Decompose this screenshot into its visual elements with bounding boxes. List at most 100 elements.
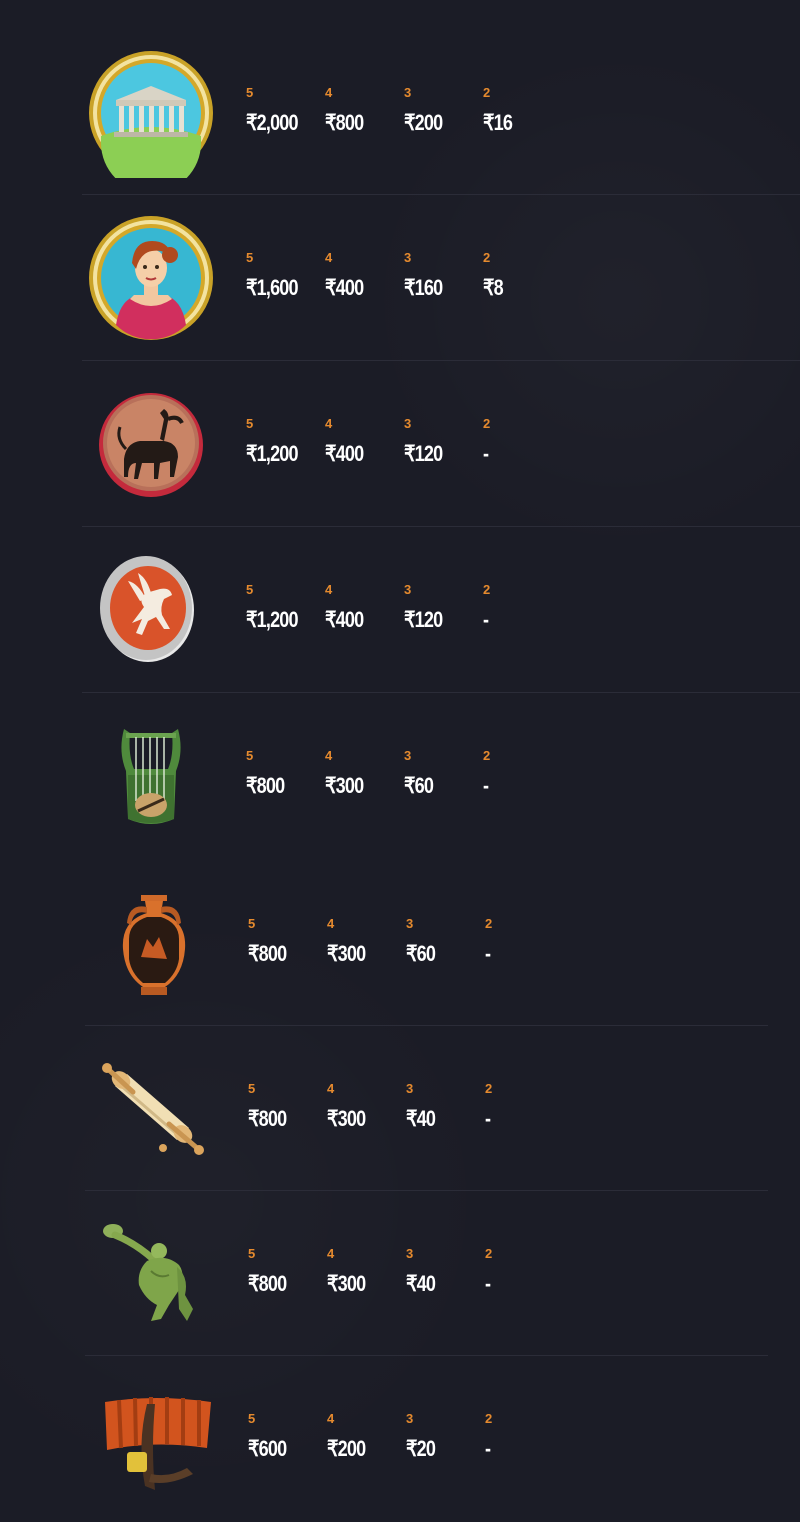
discus-thrower-icon: [89, 1209, 219, 1339]
payout-cell: 3 ₹20: [406, 1412, 486, 1461]
payout-cell: 5 ₹1,200: [246, 583, 326, 632]
match-count: 4: [325, 416, 333, 431]
payout-cell: 2 -: [485, 1082, 565, 1131]
payout-amount: ₹1,200: [246, 607, 299, 632]
payout-cell: 3 ₹160: [404, 251, 484, 300]
match-count: 5: [248, 1246, 256, 1261]
payout-cell: 4 ₹400: [325, 583, 405, 632]
match-count: 5: [248, 1081, 256, 1096]
payout-cell: 4 ₹300: [325, 749, 405, 798]
payout-cell: 5 ₹800: [246, 749, 326, 798]
match-count: 2: [485, 1081, 493, 1096]
match-count: 2: [485, 916, 493, 931]
woman-portrait-icon: [86, 213, 216, 343]
match-count: 4: [327, 1246, 335, 1261]
payout-cell: 4 ₹400: [325, 417, 405, 466]
match-count: 5: [246, 250, 254, 265]
payout-cell: 4 ₹300: [327, 1247, 407, 1296]
payout-amount: ₹200: [404, 110, 443, 135]
payout-cell: 2 -: [483, 583, 563, 632]
payout-amount: -: [483, 607, 489, 632]
match-count: 4: [325, 748, 333, 763]
payout-amount: ₹300: [325, 773, 364, 798]
match-count: 3: [406, 916, 414, 931]
payout-amount: ₹8: [483, 275, 504, 300]
match-count: 5: [248, 1411, 256, 1426]
payout-amount: ₹160: [404, 275, 443, 300]
match-count: 4: [325, 85, 333, 100]
match-count: 3: [404, 748, 412, 763]
payout-amount: ₹40: [406, 1106, 436, 1131]
payout-amount: ₹120: [404, 441, 443, 466]
match-count: 5: [246, 748, 254, 763]
payout-cell: 4 ₹300: [327, 917, 407, 966]
centaur-plate-icon: [86, 379, 216, 509]
payout-amount: ₹1,200: [246, 441, 299, 466]
match-count: 3: [406, 1246, 414, 1261]
payout-amount: ₹1,600: [246, 275, 299, 300]
payout-amount: ₹800: [248, 941, 287, 966]
payout-cell: 5 ₹800: [248, 917, 328, 966]
payout-amount: ₹800: [248, 1106, 287, 1131]
payout-amount: -: [485, 1436, 491, 1461]
payout-cell: 3 ₹60: [406, 917, 486, 966]
pegasus-shield-icon: [86, 545, 216, 675]
payout-cell: 3 ₹40: [406, 1082, 486, 1131]
match-count: 3: [404, 85, 412, 100]
payout-amount: -: [485, 941, 491, 966]
payout-amount: ₹60: [404, 773, 434, 798]
payout-cell: 5 ₹800: [248, 1247, 328, 1296]
payout-cell: 5 ₹600: [248, 1412, 328, 1461]
payout-amount: ₹300: [327, 1271, 366, 1296]
payout-cell: 3 ₹120: [404, 417, 484, 466]
payout-cell: 4 ₹800: [325, 86, 405, 135]
payout-cell: 3 ₹40: [406, 1247, 486, 1296]
paytable-row: 5 ₹600 4 ₹200 3 ₹20 2 -: [85, 1356, 768, 1516]
payout-cell: 2 ₹16: [483, 86, 563, 135]
paytable: 5 ₹2,000 4 ₹800 3 ₹200 2 ₹16 5 ₹1,600 4 …: [0, 30, 800, 1516]
payout-amount: -: [485, 1271, 491, 1296]
payout-cell: 4 ₹400: [325, 251, 405, 300]
payout-cell: 2 -: [483, 749, 563, 798]
payout-amount: ₹800: [248, 1271, 287, 1296]
lyre-icon: [86, 711, 216, 841]
payout-cell: 2 -: [485, 917, 565, 966]
payout-cell: 5 ₹2,000: [246, 86, 326, 135]
match-count: 3: [404, 250, 412, 265]
match-count: 2: [483, 416, 491, 431]
paytable-row: 5 ₹2,000 4 ₹800 3 ₹200 2 ₹16: [82, 30, 800, 195]
payout-amount: ₹300: [327, 1106, 366, 1131]
payout-amount: ₹400: [325, 441, 364, 466]
payout-amount: -: [483, 773, 489, 798]
paytable-row: 5 ₹800 4 ₹300 3 ₹40 2 -: [85, 1026, 768, 1191]
paytable-row: 5 ₹1,200 4 ₹400 3 ₹120 2 -: [82, 361, 800, 527]
payout-cell: 5 ₹800: [248, 1082, 328, 1131]
payout-amount: ₹200: [327, 1436, 366, 1461]
scroll-icon: [89, 1044, 219, 1174]
paytable-row: 5 ₹1,200 4 ₹400 3 ₹120 2 -: [82, 527, 800, 693]
payout-cell: 3 ₹200: [404, 86, 484, 135]
payout-amount: ₹400: [325, 275, 364, 300]
match-count: 4: [327, 1411, 335, 1426]
payout-cell: 5 ₹1,200: [246, 417, 326, 466]
payout-amount: ₹2,000: [246, 110, 299, 135]
payout-amount: ₹300: [327, 941, 366, 966]
match-count: 4: [325, 250, 333, 265]
paytable-row: 5 ₹800 4 ₹300 3 ₹60 2 -: [82, 693, 800, 861]
match-count: 5: [246, 85, 254, 100]
match-count: 3: [406, 1081, 414, 1096]
payout-cell: 3 ₹60: [404, 749, 484, 798]
match-count: 3: [406, 1411, 414, 1426]
payout-cell: 5 ₹1,600: [246, 251, 326, 300]
payout-amount: ₹400: [325, 607, 364, 632]
payout-cell: 2 -: [485, 1412, 565, 1461]
match-count: 3: [404, 416, 412, 431]
match-count: 5: [246, 582, 254, 597]
match-count: 2: [483, 85, 491, 100]
payout-amount: ₹600: [248, 1436, 287, 1461]
payout-amount: ₹40: [406, 1271, 436, 1296]
match-count: 2: [485, 1246, 493, 1261]
match-count: 5: [246, 416, 254, 431]
payout-cell: 2 ₹8: [483, 251, 563, 300]
payout-cell: 2 -: [483, 417, 563, 466]
